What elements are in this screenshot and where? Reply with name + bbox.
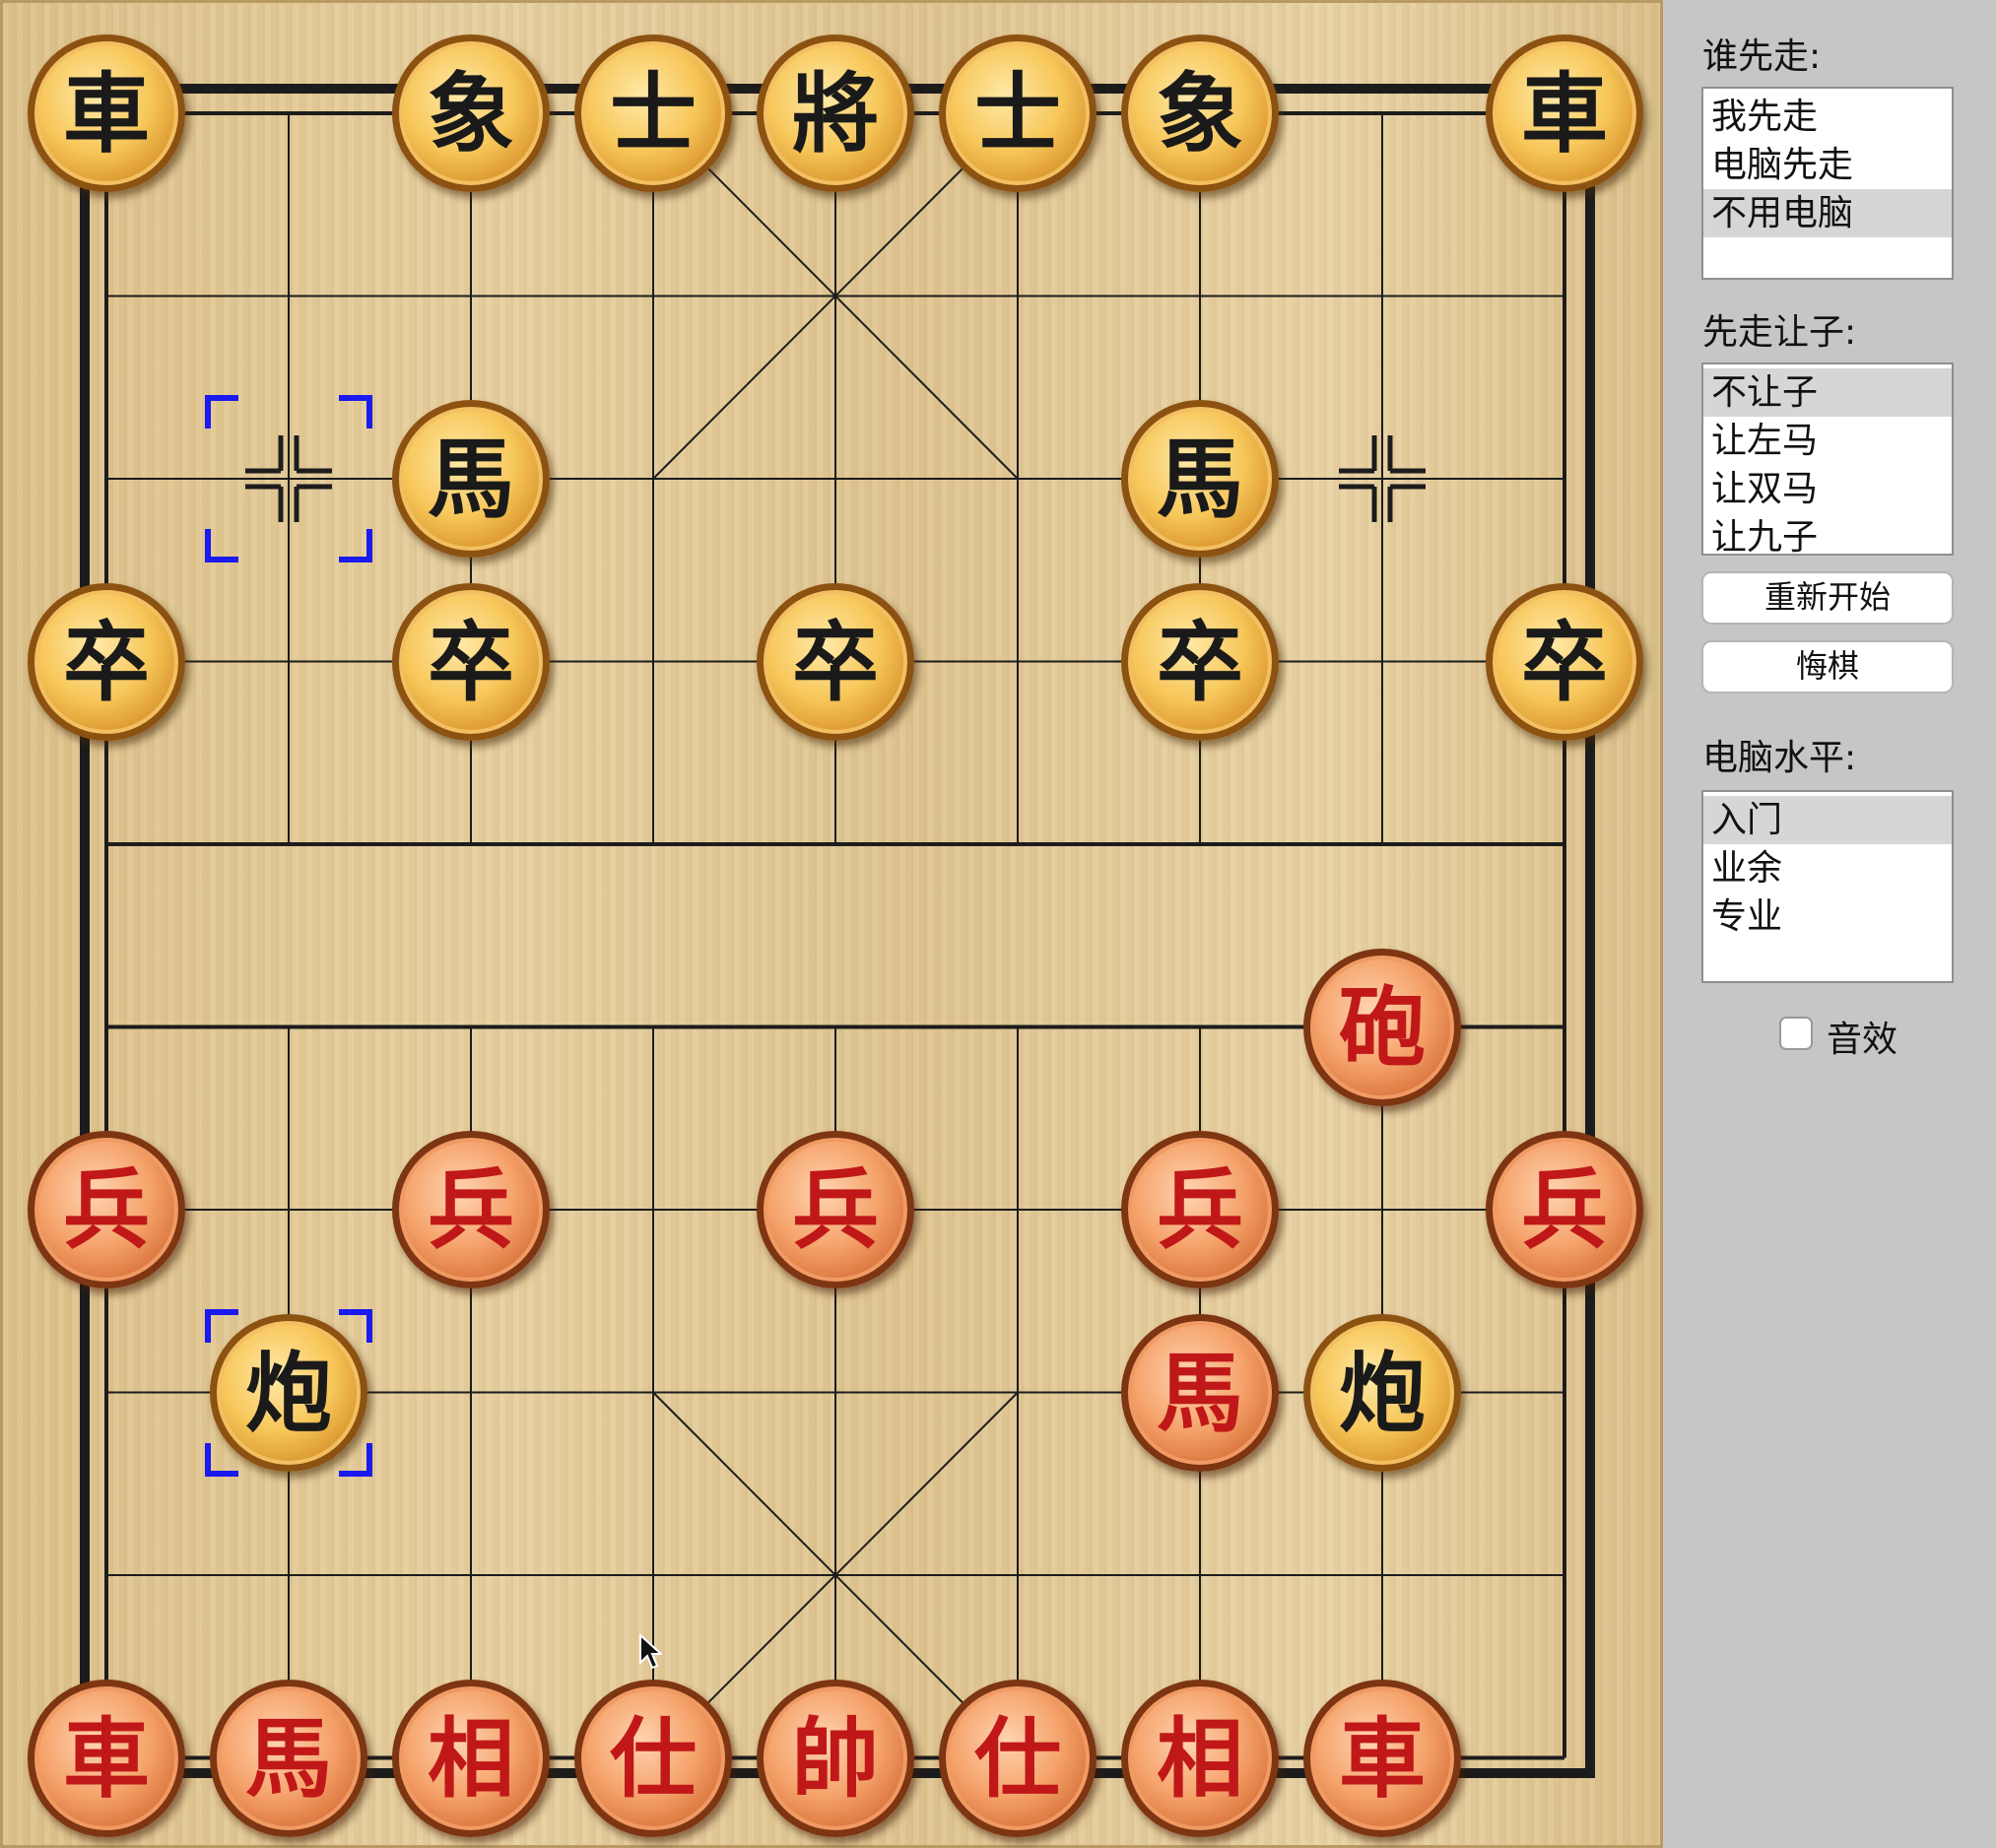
black-piece[interactable]: 卒 xyxy=(392,582,550,741)
red-piece[interactable]: 仕 xyxy=(939,1679,1097,1837)
red-piece[interactable]: 相 xyxy=(1121,1679,1279,1837)
black-piece[interactable]: 象 xyxy=(392,34,550,192)
black-piece[interactable]: 象 xyxy=(1121,34,1279,192)
black-piece[interactable]: 卒 xyxy=(1121,582,1279,741)
red-piece[interactable]: 馬 xyxy=(1121,1313,1279,1472)
undo-button[interactable]: 悔棋 xyxy=(1701,640,1954,693)
red-piece[interactable]: 兵 xyxy=(1486,1131,1643,1288)
black-piece[interactable]: 士 xyxy=(574,34,732,192)
black-piece[interactable]: 卒 xyxy=(28,582,185,741)
chess-board[interactable]: 車象士將士象車馬馬卒卒卒卒卒炮炮砲兵兵兵兵兵馬車馬相仕帥仕相車 xyxy=(0,0,1663,1848)
red-piece[interactable]: 兵 xyxy=(757,1131,914,1288)
level-option[interactable]: 入门 xyxy=(1703,796,1952,844)
black-piece[interactable]: 車 xyxy=(28,34,185,192)
handicap-option[interactable]: 不让子 xyxy=(1703,368,1952,417)
red-piece[interactable]: 馬 xyxy=(210,1679,367,1837)
red-piece[interactable]: 兵 xyxy=(28,1131,185,1288)
red-piece[interactable]: 仕 xyxy=(574,1679,732,1837)
last-move-marker xyxy=(205,395,372,562)
board-grid xyxy=(80,84,1595,1778)
red-piece[interactable]: 帥 xyxy=(757,1679,914,1837)
restart-button[interactable]: 重新开始 xyxy=(1701,571,1954,625)
black-piece[interactable]: 卒 xyxy=(1486,582,1643,741)
control-panel: 谁先走: 我先走 电脑先走 不用电脑 先走让子: 不让子 让左马 让双马 让九子… xyxy=(1663,0,1996,1848)
level-option[interactable]: 业余 xyxy=(1703,844,1952,892)
black-piece[interactable]: 士 xyxy=(939,34,1097,192)
sound-checkbox[interactable] xyxy=(1779,1017,1813,1050)
who-first-label: 谁先走: xyxy=(1702,36,1822,77)
level-option[interactable]: 专业 xyxy=(1703,892,1952,941)
black-piece[interactable]: 將 xyxy=(757,34,914,192)
red-piece[interactable]: 兵 xyxy=(1121,1131,1279,1288)
sound-label[interactable]: 音效 xyxy=(1827,1011,1897,1062)
mouse-cursor-icon xyxy=(639,1633,662,1670)
handicap-label: 先走让子: xyxy=(1702,312,1857,353)
black-piece[interactable]: 炮 xyxy=(1303,1313,1461,1472)
red-piece[interactable]: 相 xyxy=(392,1679,550,1837)
black-piece[interactable]: 炮 xyxy=(210,1313,367,1472)
who-first-listbox[interactable]: 我先走 电脑先走 不用电脑 xyxy=(1701,87,1954,280)
who-first-option[interactable]: 电脑先走 xyxy=(1703,141,1952,189)
level-label: 电脑水平: xyxy=(1702,738,1857,778)
handicap-option[interactable]: 让左马 xyxy=(1703,417,1952,465)
red-piece[interactable]: 砲 xyxy=(1303,948,1461,1106)
who-first-option[interactable]: 我先走 xyxy=(1703,93,1952,141)
red-piece[interactable]: 車 xyxy=(1303,1679,1461,1837)
black-piece[interactable]: 卒 xyxy=(757,582,914,741)
level-listbox[interactable]: 入门 业余 专业 xyxy=(1701,790,1954,983)
red-piece[interactable]: 車 xyxy=(28,1679,185,1837)
red-piece[interactable]: 兵 xyxy=(392,1131,550,1288)
black-piece[interactable]: 車 xyxy=(1486,34,1643,192)
black-piece[interactable]: 馬 xyxy=(392,400,550,558)
who-first-option[interactable]: 不用电脑 xyxy=(1703,189,1952,237)
handicap-listbox[interactable]: 不让子 让左马 让双马 让九子 xyxy=(1701,363,1954,558)
black-piece[interactable]: 馬 xyxy=(1121,400,1279,558)
handicap-option[interactable]: 让双马 xyxy=(1703,465,1952,513)
handicap-option[interactable]: 让九子 xyxy=(1703,513,1952,561)
